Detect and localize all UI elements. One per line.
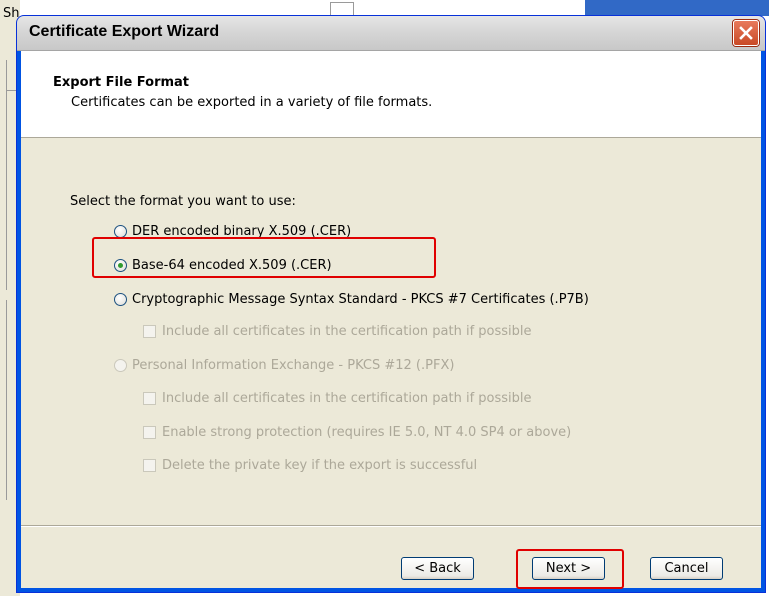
checkbox-box[interactable] xyxy=(143,459,156,472)
option-pkcs7-label: Cryptographic Message Syntax Standard - … xyxy=(132,292,589,307)
dialog-body: Export File Format Certificates can be e… xyxy=(21,51,761,589)
checkbox-pfx-delete[interactable]: Delete the private key if the export is … xyxy=(143,458,477,473)
title-bar[interactable]: Certificate Export Wizard xyxy=(17,16,765,51)
checkbox-pfx-strong-label: Enable strong protection (requires IE 5.… xyxy=(162,425,572,440)
checkbox-pkcs7-include[interactable]: Include all certificates in the certific… xyxy=(143,324,532,339)
checkbox-pkcs7-include-label: Include all certificates in the certific… xyxy=(162,324,532,339)
checkbox-box[interactable] xyxy=(143,426,156,439)
header-subtitle: Certificates can be exported in a variet… xyxy=(71,95,433,110)
certificate-export-wizard-window: Certificate Export Wizard Export File Fo… xyxy=(17,16,765,592)
background-control xyxy=(330,2,354,16)
format-prompt: Select the format you want to use: xyxy=(70,194,296,209)
checkbox-pfx-delete-label: Delete the private key if the export is … xyxy=(162,458,478,473)
option-base64[interactable]: Base-64 encoded X.509 (.CER) xyxy=(114,258,332,273)
option-base64-label: Base-64 encoded X.509 (.CER) xyxy=(132,258,332,273)
option-pfx[interactable]: Personal Information Exchange - PKCS #12… xyxy=(114,358,454,373)
footer-divider xyxy=(21,525,761,527)
radio-pfx[interactable] xyxy=(114,359,127,372)
background-divider xyxy=(6,300,7,500)
checkbox-pfx-include[interactable]: Include all certificates in the certific… xyxy=(143,391,532,406)
checkbox-box[interactable] xyxy=(143,392,156,405)
back-button[interactable]: < Back xyxy=(401,557,474,580)
wizard-header: Export File Format Certificates can be e… xyxy=(21,51,761,138)
cancel-button[interactable]: Cancel xyxy=(650,557,723,580)
option-pkcs7[interactable]: Cryptographic Message Syntax Standard - … xyxy=(114,292,589,307)
checkbox-box[interactable] xyxy=(143,325,156,338)
checkbox-pfx-include-label: Include all certificates in the certific… xyxy=(162,391,532,406)
window-title: Certificate Export Wizard xyxy=(29,23,220,40)
close-button[interactable] xyxy=(733,20,759,46)
radio-pkcs7[interactable] xyxy=(114,293,127,306)
option-pfx-label: Personal Information Exchange - PKCS #12… xyxy=(132,358,455,373)
background-divider xyxy=(6,60,7,290)
background-taskbar xyxy=(585,0,769,16)
header-title: Export File Format xyxy=(53,75,190,90)
next-button[interactable]: Next > xyxy=(532,557,605,580)
close-icon xyxy=(739,26,753,40)
checkbox-pfx-strong[interactable]: Enable strong protection (requires IE 5.… xyxy=(143,425,571,440)
radio-base64[interactable] xyxy=(114,259,127,272)
